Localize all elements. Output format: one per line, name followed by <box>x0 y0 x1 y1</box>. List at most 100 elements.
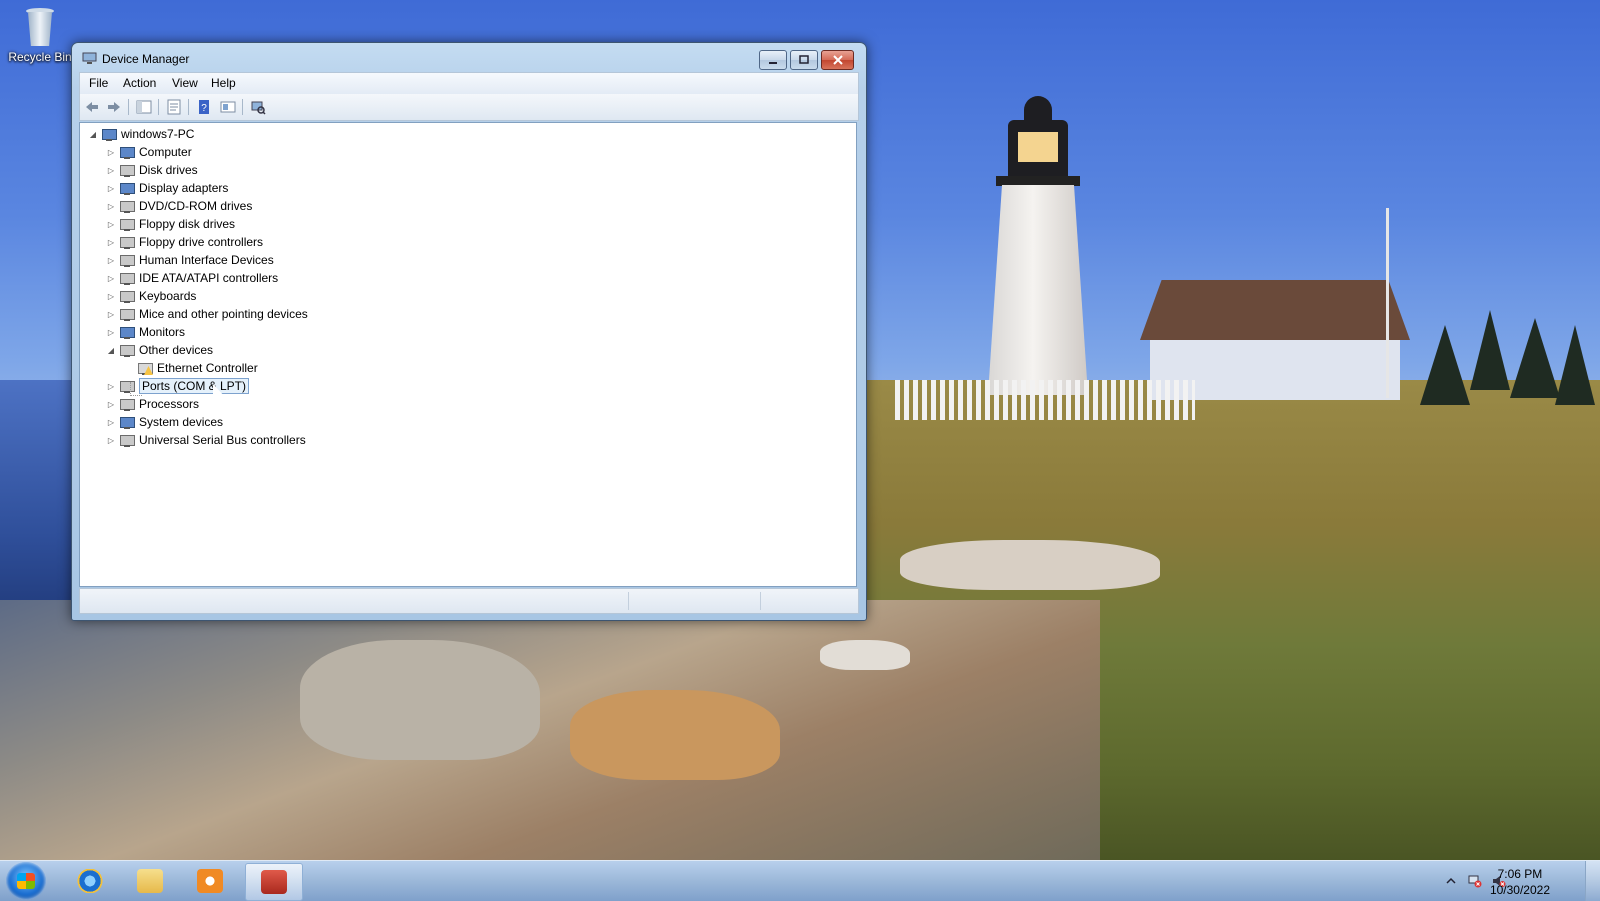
tree-item-label: Mice and other pointing devices <box>139 307 308 321</box>
tree-item-dvd-cd-rom-drives[interactable]: ▷ DVD/CD-ROM drives <box>106 197 252 215</box>
expand-arrow-icon[interactable]: ▷ <box>106 399 116 409</box>
title-bar[interactable]: Device Manager <box>72 43 866 73</box>
properties-icon[interactable] <box>166 99 182 115</box>
toolbar-separator <box>242 99 243 115</box>
show-desktop-button[interactable] <box>1585 861 1600 901</box>
tree-item-display-adapters[interactable]: ▷ Display adapters <box>106 179 228 197</box>
tree-item-label: Other devices <box>139 343 214 357</box>
expand-arrow-icon[interactable]: ▷ <box>106 381 116 391</box>
expand-arrow-icon[interactable]: ▷ <box>106 165 116 175</box>
tree-item-floppy-drive-controllers[interactable]: ▷ Floppy drive controllers <box>106 233 263 251</box>
close-button[interactable] <box>821 50 854 70</box>
device-manager-window: Device Manager File Action View Help ? ◢… <box>71 42 867 621</box>
expand-arrow-icon[interactable]: ▷ <box>106 309 116 319</box>
floppy-controller-icon <box>119 234 135 250</box>
tree-item-keyboards[interactable]: ▷ Keyboards <box>106 287 196 305</box>
tree-item-disk-drives[interactable]: ▷ Disk drives <box>106 161 198 179</box>
taskbar-windows-explorer[interactable] <box>122 863 178 899</box>
menu-view[interactable]: View <box>172 76 198 90</box>
floppy-disk-icon <box>119 216 135 232</box>
tree-item-monitors[interactable]: ▷ Monitors <box>106 323 185 341</box>
disk-drive-icon <box>119 162 135 178</box>
windows-explorer-icon <box>137 869 163 893</box>
maximize-button[interactable] <box>790 50 818 70</box>
windows-start-icon <box>17 873 35 889</box>
show-hidden-icons-arrow[interactable] <box>1444 874 1458 888</box>
tree-item-floppy-disk-drives[interactable]: ▷ Floppy disk drives <box>106 215 235 233</box>
expand-arrow-icon[interactable]: ▷ <box>106 147 116 157</box>
expand-arrow-icon[interactable]: ▷ <box>106 183 116 193</box>
taskbar-media-player[interactable] <box>182 863 238 899</box>
rocks-scenery <box>0 600 1100 860</box>
tree-item-ide-ata-atapi-controllers[interactable]: ▷ IDE ATA/ATAPI controllers <box>106 269 278 287</box>
forward-icon[interactable] <box>106 99 122 115</box>
warning-device-icon <box>137 360 153 376</box>
network-icon[interactable] <box>1468 874 1482 888</box>
lighthouse-scenery <box>988 90 1088 395</box>
tree-root-computer[interactable]: ◢ windows7-PC <box>88 125 194 143</box>
menu-help[interactable]: Help <box>211 76 236 90</box>
tree-item-other-devices[interactable]: ◢ Other devices <box>106 341 213 359</box>
hid-icon <box>119 252 135 268</box>
processor-icon <box>119 396 135 412</box>
expand-arrow-icon[interactable]: ▷ <box>106 417 116 427</box>
toolbar-separator <box>188 99 189 115</box>
tree-item-system-devices[interactable]: ▷ System devices <box>106 413 223 431</box>
tree-item-computer[interactable]: ▷ Computer <box>106 143 192 161</box>
toolbar-separator <box>128 99 129 115</box>
tree-item-universal-serial-bus-controllers[interactable]: ▷ Universal Serial Bus controllers <box>106 431 306 449</box>
tree-item-human-interface-devices[interactable]: ▷ Human Interface Devices <box>106 251 274 269</box>
tree-item-label: Floppy disk drives <box>139 217 236 231</box>
collapse-arrow-icon[interactable]: ◢ <box>106 345 116 355</box>
internet-explorer-icon <box>77 869 103 893</box>
system-tray: 7:06 PM 10/30/2022 <box>1400 861 1600 901</box>
expand-arrow-icon[interactable]: ▷ <box>106 327 116 337</box>
clock-time: 7:06 PM <box>1497 867 1543 881</box>
start-button[interactable] <box>6 862 46 900</box>
recycle-bin-icon <box>24 6 56 46</box>
tree-connector <box>130 395 142 397</box>
tree-item-label: System devices <box>139 415 224 429</box>
menu-bar: File Action View Help <box>79 72 859 95</box>
back-icon[interactable] <box>84 99 100 115</box>
tree-item-label: Monitors <box>139 325 186 339</box>
minimize-icon <box>769 62 777 64</box>
tree-item-label: IDE ATA/ATAPI controllers <box>139 271 279 285</box>
tree-item-label: Processors <box>139 397 200 411</box>
system-device-icon <box>119 414 135 430</box>
menu-file[interactable]: File <box>89 76 108 90</box>
minimize-button[interactable] <box>759 50 787 70</box>
tree-item-label: DVD/CD-ROM drives <box>139 199 253 213</box>
update-driver-icon[interactable] <box>220 99 236 115</box>
taskbar-internet-explorer[interactable] <box>62 863 118 899</box>
scan-hardware-icon[interactable] <box>250 99 266 115</box>
tree-item-ports-com-lpt[interactable]: ▷ Ports (COM & LPT) <box>106 377 250 395</box>
maximize-icon <box>799 55 809 64</box>
clock[interactable]: 7:06 PM 10/30/2022 <box>1490 866 1550 898</box>
tree <box>1510 318 1560 398</box>
close-icon <box>832 55 843 65</box>
expand-arrow-icon[interactable]: ▷ <box>106 291 116 301</box>
taskbar-device-manager[interactable] <box>245 863 303 901</box>
help-icon[interactable]: ? <box>196 99 212 115</box>
device-tree[interactable]: ◢ windows7-PC ▷ Computer ▷ Disk drives ▷ Displa… <box>79 122 857 587</box>
tree-item-label: Ports (COM & LPT) <box>139 378 250 394</box>
status-divider <box>760 592 761 610</box>
svg-text:?: ? <box>201 103 207 114</box>
expand-arrow-icon[interactable]: ▷ <box>106 435 116 445</box>
menu-action[interactable]: Action <box>123 76 156 90</box>
collapse-arrow-icon[interactable]: ◢ <box>88 129 98 139</box>
tree-item-mice-and-other-pointing-devices[interactable]: ▷ Mice and other pointing devices <box>106 305 308 323</box>
desktop-icon-recycle-bin[interactable]: Recycle Bin <box>4 6 76 64</box>
tree-item-ethernet-controller[interactable]: Ethernet Controller <box>124 359 258 377</box>
tree-item-label: Display adapters <box>139 181 229 195</box>
expand-arrow-icon[interactable]: ▷ <box>106 201 116 211</box>
desktop-icon-label: Recycle Bin <box>8 50 72 64</box>
expand-arrow-icon[interactable]: ▷ <box>106 219 116 229</box>
tree-item-processors[interactable]: ▷ Processors <box>106 395 199 413</box>
computer-icon <box>119 144 135 160</box>
show-hide-console-tree-icon[interactable] <box>136 99 152 115</box>
expand-arrow-icon[interactable]: ▷ <box>106 237 116 247</box>
expand-arrow-icon[interactable]: ▷ <box>106 273 116 283</box>
expand-arrow-icon[interactable]: ▷ <box>106 255 116 265</box>
